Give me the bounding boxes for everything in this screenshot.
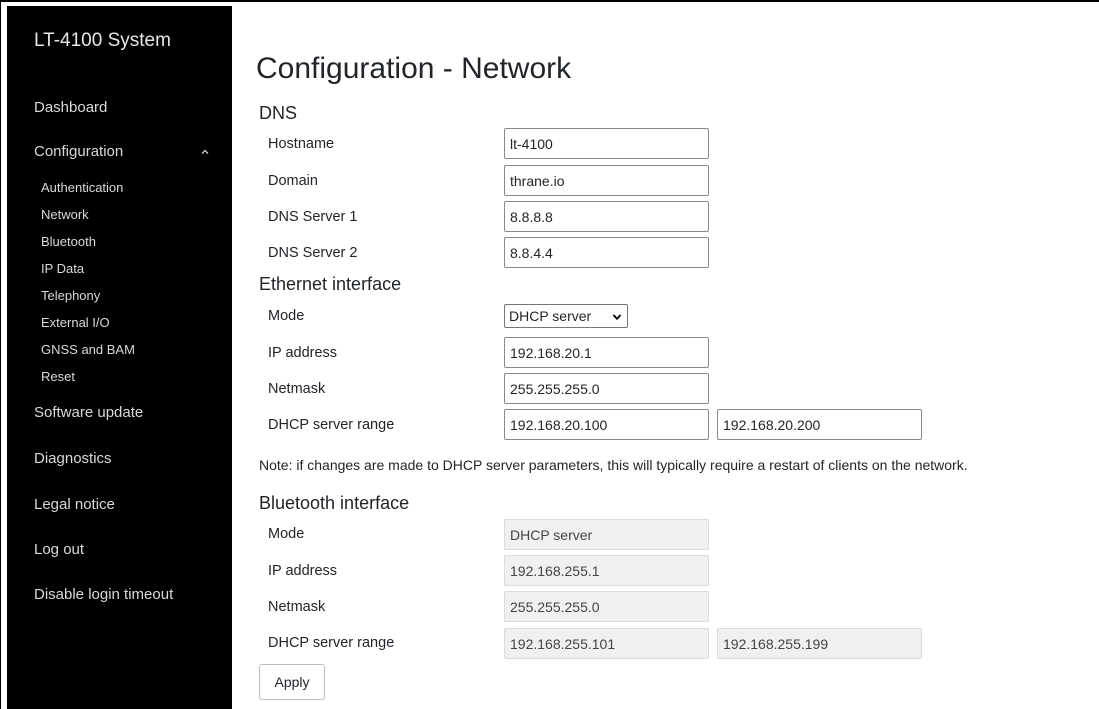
subnav-authentication[interactable]: Authentication — [41, 180, 123, 195]
ethernet-mode-value: DHCP server — [509, 308, 592, 324]
bluetooth-mode-label: Mode — [268, 526, 305, 542]
ethernet-range-start-input[interactable] — [504, 409, 709, 440]
chevron-up-icon[interactable] — [200, 147, 210, 157]
app-frame: LT-4100 System Dashboard Configuration A… — [0, 0, 1099, 709]
bluetooth-heading: Bluetooth interface — [259, 493, 410, 513]
dns-server-1-input[interactable] — [504, 201, 709, 232]
ethernet-netmask-label: Netmask — [268, 381, 326, 397]
ethernet-ip-input[interactable] — [504, 337, 709, 368]
bluetooth-netmask-field — [504, 591, 709, 622]
ethernet-range-label: DHCP server range — [268, 417, 395, 433]
bluetooth-range-label: DHCP server range — [268, 635, 395, 651]
nav-log-out[interactable]: Log out — [34, 541, 84, 558]
bluetooth-range-start-field — [504, 628, 709, 659]
nav-legal-notice[interactable]: Legal notice — [34, 496, 115, 513]
dns-server-2-input[interactable] — [504, 237, 709, 268]
domain-label: Domain — [268, 173, 318, 189]
bluetooth-mode-field — [504, 519, 709, 550]
ethernet-mode-label: Mode — [268, 308, 305, 324]
ethernet-range-end-input[interactable] — [717, 409, 922, 440]
nav-dashboard[interactable]: Dashboard — [34, 99, 107, 116]
subnav-reset[interactable]: Reset — [41, 369, 75, 384]
ethernet-heading: Ethernet interface — [259, 274, 402, 294]
nav-disable-login-timeout[interactable]: Disable login timeout — [34, 586, 173, 603]
subnav-gnss-and-bam[interactable]: GNSS and BAM — [41, 342, 135, 357]
ethernet-mode-select[interactable]: DHCP server — [504, 304, 628, 328]
subnav-telephony[interactable]: Telephony — [41, 288, 100, 303]
nav-software-update[interactable]: Software update — [34, 404, 143, 421]
ethernet-ip-label: IP address — [268, 345, 338, 361]
domain-input[interactable] — [504, 165, 709, 196]
dns-server-2-label: DNS Server 2 — [268, 245, 358, 261]
subnav-bluetooth[interactable]: Bluetooth — [41, 234, 96, 249]
bluetooth-range-end-field — [717, 628, 922, 659]
subnav-external-io[interactable]: External I/O — [41, 315, 110, 330]
hostname-label: Hostname — [268, 136, 335, 152]
main-content: Configuration - Network DNS Hostname Dom… — [232, 2, 1099, 709]
subnav-network[interactable]: Network — [41, 207, 89, 222]
nav-configuration[interactable]: Configuration — [34, 143, 123, 160]
bluetooth-ip-field — [504, 555, 709, 586]
chevron-down-icon — [612, 314, 622, 321]
dns-server-1-label: DNS Server 1 — [268, 209, 358, 225]
bluetooth-netmask-label: Netmask — [268, 599, 326, 615]
nav-diagnostics[interactable]: Diagnostics — [34, 450, 112, 467]
dns-heading: DNS — [259, 103, 298, 123]
hostname-input[interactable] — [504, 128, 709, 159]
ethernet-netmask-input[interactable] — [504, 373, 709, 404]
bluetooth-ip-label: IP address — [268, 563, 338, 579]
page-title: Configuration - Network — [256, 52, 572, 85]
brand-title: LT-4100 System — [34, 30, 171, 51]
dhcp-note: Note: if changes are made to DHCP server… — [259, 457, 968, 473]
sidebar: LT-4100 System Dashboard Configuration A… — [7, 6, 232, 709]
subnav-ip-data[interactable]: IP Data — [41, 261, 84, 276]
apply-button[interactable]: Apply — [259, 664, 325, 700]
